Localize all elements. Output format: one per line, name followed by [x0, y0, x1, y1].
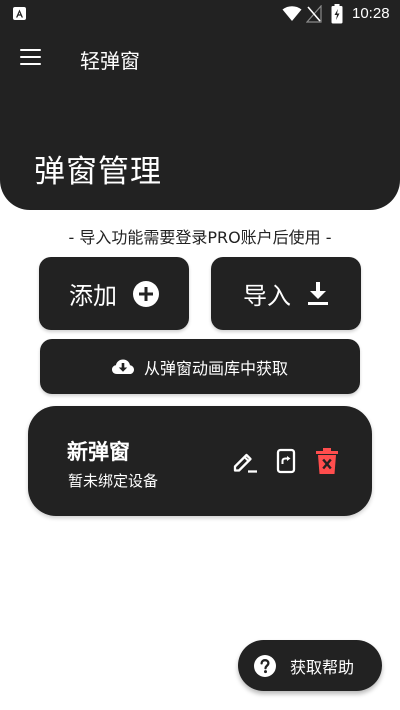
page-title: 弹窗管理 — [34, 154, 162, 190]
app-title: 轻弹窗 — [80, 49, 140, 73]
cloud-download-icon — [111, 359, 134, 374]
app-notification-icon — [13, 7, 26, 20]
import-button[interactable]: 导入 — [211, 257, 361, 330]
status-time: 10:28 — [352, 5, 390, 22]
edit-icon[interactable] — [231, 448, 259, 474]
download-icon — [308, 281, 328, 305]
popup-status: 暂未绑定设备 — [68, 472, 159, 490]
popup-card[interactable]: 新弹窗 暂未绑定设备 — [28, 406, 372, 516]
help-button-label: 获取帮助 — [290, 657, 355, 677]
help-circle-icon — [254, 654, 276, 677]
wifi-icon — [282, 6, 302, 21]
help-button[interactable]: 获取帮助 — [238, 640, 382, 691]
popup-name: 新弹窗 — [67, 440, 130, 464]
add-button[interactable]: 添加 — [39, 257, 189, 330]
pro-notice-text: - 导入功能需要登录PRO账户后使用 - — [68, 228, 332, 247]
bind-device-icon[interactable] — [276, 448, 296, 474]
plus-circle-icon — [133, 280, 159, 307]
add-button-label: 添加 — [69, 282, 117, 310]
animation-library-label: 从弹窗动画库中获取 — [143, 358, 288, 378]
header: 轻弹窗 弹窗管理 — [0, 28, 400, 210]
status-bar: 10:28 — [0, 0, 400, 28]
hamburger-menu-icon[interactable] — [19, 48, 43, 68]
animation-library-button[interactable]: 从弹窗动画库中获取 — [40, 339, 360, 394]
battery-charging-icon — [331, 4, 343, 24]
delete-icon[interactable] — [315, 448, 339, 475]
no-signal-icon — [306, 5, 322, 23]
import-button-label: 导入 — [243, 282, 291, 310]
